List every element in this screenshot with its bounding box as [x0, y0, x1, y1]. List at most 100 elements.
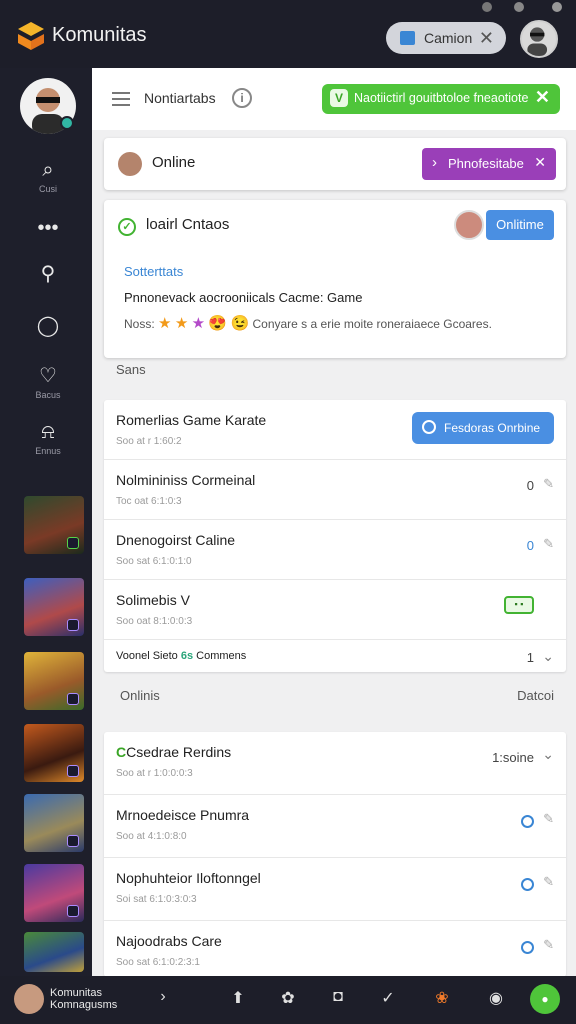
avatar [454, 210, 484, 240]
list-item[interactable]: Nolmininiss Cormeinal Toc oat 6:1:0:3 0 … [104, 460, 566, 520]
count: 0 [526, 538, 534, 553]
chevron-right-icon: › [432, 154, 437, 171]
chevron-down-icon[interactable]: ⌄ [542, 648, 554, 665]
nav-shield[interactable]: ♡ Bacus [22, 364, 74, 408]
status-badge: C [116, 744, 127, 760]
pin-icon[interactable]: ✎ [543, 874, 554, 890]
pin-icon: ⚲ [40, 263, 56, 285]
page-title: Nontiartabs [144, 90, 216, 106]
window-close-icon[interactable] [552, 2, 562, 12]
info-card: ✓ loairl Cntaos Onlitime Sotterttats Pnn… [104, 200, 566, 358]
section-label: Onlinis [120, 688, 160, 703]
count: 0 [526, 478, 534, 493]
avatar [118, 152, 142, 176]
section-action[interactable]: Datcoi [517, 688, 554, 703]
rating-row: Noss: ★ ★ ★ 😍 😉 Conyare s a erie moite r… [124, 315, 492, 332]
logo-icon [18, 22, 44, 50]
header: Nontiartabs i V Naotiictirl gouitbtoloe … [92, 68, 576, 130]
list-item[interactable]: Najoodrabs Care Soo sat 6:1:0:2:3:1 ✎ [104, 921, 566, 977]
clock-icon [521, 878, 534, 894]
chevron-right-icon[interactable]: › [151, 988, 175, 1006]
game-thumbnail[interactable] [24, 724, 84, 782]
check-icon[interactable]: ✓ [376, 988, 400, 1008]
chip-close-icon[interactable]: ✕ [479, 28, 494, 49]
info-icon[interactable]: i [232, 88, 252, 108]
check-icon: V [330, 89, 348, 107]
pin-icon[interactable]: ✎ [543, 476, 554, 492]
nav-pin[interactable]: ⚲ [22, 262, 74, 306]
rating-stars: ★ ★ ★ 😍 😉 [158, 315, 252, 332]
shield-icon: ♡ [39, 365, 57, 387]
search-icon: ⌕ [42, 159, 54, 181]
game-thumbnail[interactable] [24, 578, 84, 636]
info-description: Pnnonevack aocrooniicals Cacme: Game [124, 290, 363, 305]
menu-icon[interactable] [112, 92, 130, 106]
game-list: Romerlias Game Karate Soo at r 1:60:2 Fe… [104, 400, 566, 672]
join-button[interactable]: Fesdoras Onrbine [412, 412, 554, 444]
status-label: Online [152, 154, 196, 171]
pin-icon[interactable]: ✎ [543, 811, 554, 827]
record-icon[interactable]: ◉ [484, 988, 508, 1008]
app-title: Komunitas [52, 24, 147, 46]
game-thumbnail[interactable] [24, 794, 84, 852]
list-item[interactable]: Mrnoedeisce Pnumra Soo at 4:1:0:8:0 ✎ [104, 795, 566, 858]
list-item[interactable]: Voonel Sieto 6s Commens 1 ⌄ [104, 640, 566, 672]
section-label: Sans [116, 362, 146, 377]
window-menu-icon[interactable] [482, 2, 492, 12]
flower-icon[interactable]: ❀ [430, 988, 454, 1008]
star-icon: ★ [191, 315, 206, 332]
status-badge: 6s [180, 650, 194, 662]
game-thumbnail[interactable] [24, 932, 84, 972]
main-panel: Nontiartabs i V Naotiictirl gouitbtoloe … [92, 68, 576, 977]
bottom-bar: Komunitas Komnagusms › ⬆ ✿ ◘ ✓ ❀ ◉ ● [0, 976, 576, 1024]
clock-icon [521, 941, 534, 957]
status-button[interactable]: ● [530, 984, 560, 1014]
info-title: loairl Cntaos [146, 216, 230, 233]
profile-button[interactable]: › Phnofesitabe ✕ [422, 148, 556, 180]
gamepad-icon[interactable]: ◘ [326, 988, 350, 1006]
chevron-down-icon[interactable]: ⌄ [542, 746, 554, 763]
book-icon [400, 31, 415, 45]
more-icon: ••• [37, 217, 59, 239]
list-item[interactable]: Dnenogoirst Caline Soo sat 6:1:0:1:0 0 ✎ [104, 520, 566, 580]
count: 1:soine [492, 750, 534, 765]
check-circle-icon: ✓ [118, 218, 136, 236]
list-item[interactable]: Nophuhteior Iloftonngel Soi sat 6:1:0:3:… [104, 858, 566, 921]
nav-bell[interactable]: ⍾ Ennus [22, 420, 74, 464]
notification-text: Naotiictirl gouitbtoloe fneaotiote [354, 91, 529, 105]
emoji-icon: 😉 [230, 315, 250, 332]
star-icon: ★ [158, 315, 172, 332]
online-list: CCsedrae Rerdins Soo at r 1:0:0:0:3 1:so… [104, 732, 566, 977]
list-item[interactable]: CCsedrae Rerdins Soo at r 1:0:0:0:3 1:so… [104, 732, 566, 795]
pin-icon[interactable]: ✎ [543, 937, 554, 953]
nav-chat[interactable]: ◯ [22, 314, 74, 358]
list-item[interactable]: Solimebis V Soo oat 8:1:0:0:3 ▪ ▪ [104, 580, 566, 640]
list-item[interactable]: Romerlias Game Karate Soo at r 1:60:2 Fe… [104, 400, 566, 460]
game-thumbnail[interactable] [24, 864, 84, 922]
notification-banner[interactable]: V Naotiictirl gouitbtoloe fneaotiote ✕ [322, 84, 560, 114]
chip-label: Camion [424, 30, 473, 46]
count: 1 [526, 650, 534, 665]
bell-icon: ⍾ [41, 421, 55, 443]
play-icon [422, 420, 436, 434]
user-avatar[interactable] [14, 984, 44, 1014]
online-button[interactable]: Onlitime [486, 210, 554, 240]
nav-more[interactable]: ••• [22, 216, 74, 260]
left-sidebar: ⌕ Cusi ••• ⚲ ◯ ♡ Bacus ⍾ Ennus [0, 68, 92, 976]
top-avatar[interactable] [520, 20, 558, 58]
game-thumbnail[interactable] [24, 652, 84, 710]
nav-search[interactable]: ⌕ Cusi [22, 158, 74, 202]
clock-icon [521, 815, 534, 831]
settings-icon[interactable]: ✿ [276, 988, 300, 1008]
close-icon[interactable]: ✕ [535, 87, 550, 108]
window-minimize-icon[interactable] [514, 2, 524, 12]
info-subtitle[interactable]: Sotterttats [124, 264, 183, 279]
pin-icon[interactable]: ✎ [543, 536, 554, 552]
status-card: Online › Phnofesitabe ✕ [104, 138, 566, 190]
game-thumbnail[interactable] [24, 496, 84, 554]
close-icon[interactable]: ✕ [534, 154, 546, 171]
game-chip[interactable]: Camion ✕ [386, 22, 506, 54]
toggle-switch[interactable]: ▪ ▪ [504, 596, 534, 614]
upload-icon[interactable]: ⬆ [226, 988, 250, 1008]
chat-icon: ◯ [36, 315, 60, 337]
